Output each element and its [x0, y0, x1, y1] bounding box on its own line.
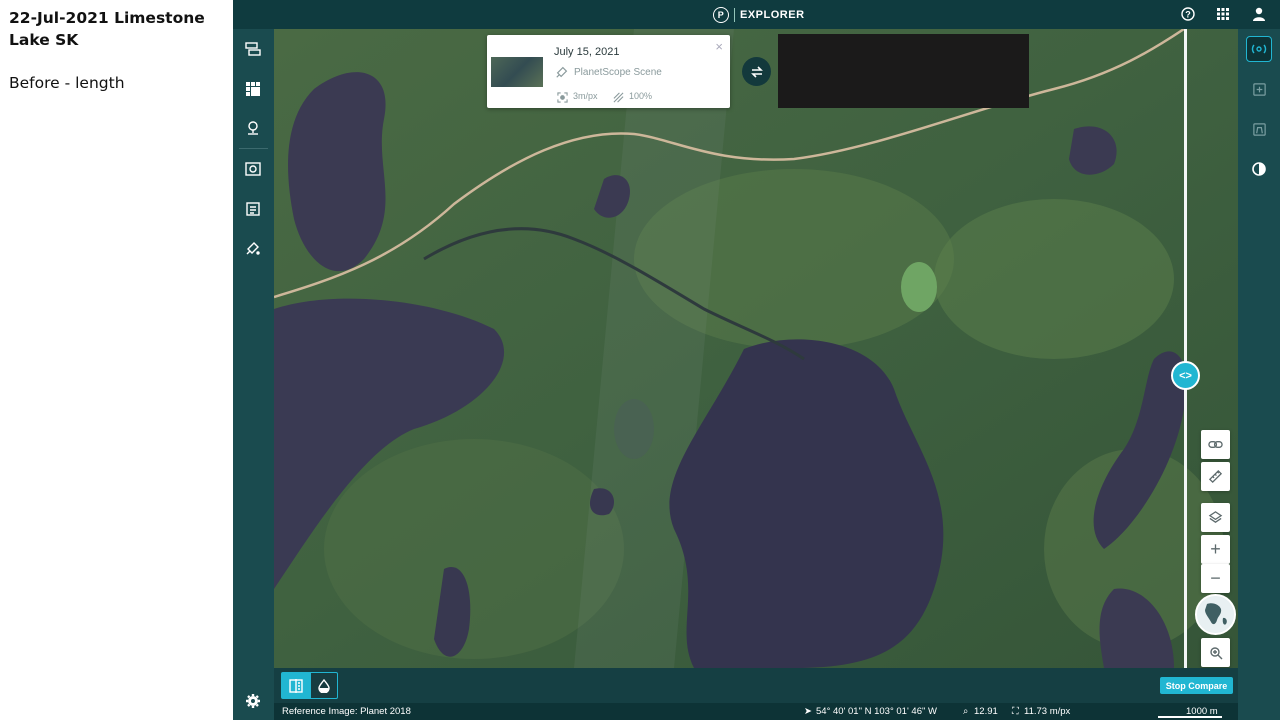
left-rail [233, 29, 274, 720]
swap-scenes-button[interactable] [742, 57, 771, 86]
satellite-imagery [274, 29, 1238, 668]
opacity-compare-button[interactable] [310, 672, 338, 699]
scene-coverage: 100% [629, 91, 653, 101]
right-rail [1238, 29, 1280, 720]
compare-divider[interactable] [1184, 29, 1187, 668]
link-icon[interactable] [1201, 430, 1230, 459]
location-arrow-icon: ➤ [804, 706, 812, 717]
split-view-icon [288, 678, 303, 693]
coordinates-readout: 54° 40' 01" N 103° 01' 46" W [816, 706, 937, 717]
radar-icon[interactable] [1246, 36, 1272, 62]
map-view[interactable] [274, 29, 1238, 668]
zoom-level-icon: ⌕ [963, 706, 969, 717]
settings-icon[interactable] [243, 691, 263, 711]
scene-type: PlanetScope Scene [574, 67, 662, 78]
apps-grid-icon[interactable] [1215, 6, 1231, 22]
split-compare-button[interactable] [281, 672, 310, 699]
slide-notes: 22-Jul-2021 Limestone Lake SK Before - l… [0, 0, 233, 720]
notes-subtitle: Before - length [9, 74, 125, 92]
map-scene-icon[interactable] [243, 159, 263, 179]
top-bar: P EXPLORER ? [233, 0, 1280, 29]
svg-text:?: ? [1185, 10, 1191, 20]
reference-image-label: Reference Image: Planet 2018 [282, 706, 411, 717]
close-icon[interactable]: × [715, 39, 723, 54]
coverage-icon [613, 90, 624, 108]
app-name: EXPLORER [740, 9, 805, 21]
globe-icon[interactable] [1195, 594, 1236, 635]
help-icon[interactable]: ? [1180, 6, 1196, 22]
stop-compare-button[interactable]: Stop Compare [1160, 677, 1233, 694]
contrast-icon[interactable] [1246, 156, 1272, 182]
notes-title: 22-Jul-2021 Limestone Lake SK [9, 9, 205, 49]
user-icon[interactable] [1251, 6, 1267, 22]
brand-separator [734, 8, 735, 22]
satellite-icon[interactable] [243, 238, 263, 258]
scale-bar [1158, 716, 1222, 718]
swap-arrows-icon [750, 65, 763, 78]
resolution-readout: 11.73 m/px [1024, 706, 1071, 717]
compare-toolbar [274, 668, 1238, 703]
scene-date: July 15, 2021 [554, 46, 620, 58]
mosaic-grid-icon[interactable] [243, 79, 263, 99]
satellite-small-icon [555, 65, 569, 84]
resolution-icon [557, 90, 568, 108]
zoom-in-button[interactable]: + [1201, 535, 1230, 564]
zoom-level: 12.91 [974, 706, 998, 717]
rail-divider [239, 148, 268, 149]
redacted-panel [778, 34, 1029, 108]
ruler-icon[interactable] [1201, 462, 1230, 491]
zoom-search-icon[interactable] [1201, 638, 1230, 667]
layers-icon[interactable] [1201, 503, 1230, 532]
brand[interactable]: P EXPLORER [713, 6, 805, 24]
planet-logo-icon: P [713, 7, 729, 23]
analytics-icon[interactable] [1246, 116, 1272, 142]
scene-thumbnail[interactable] [491, 57, 543, 87]
opacity-drop-icon [318, 678, 330, 693]
compare-handle[interactable]: <> [1171, 361, 1200, 390]
export-icon[interactable] [1246, 76, 1272, 102]
scene-info-card[interactable]: July 15, 2021 PlanetScope Scene 3m/px 10… [487, 35, 730, 108]
layers-stack-icon[interactable] [243, 39, 263, 59]
zoom-out-button[interactable]: − [1201, 564, 1230, 593]
scene-resolution: 3m/px [573, 91, 598, 101]
feed-icon[interactable] [243, 199, 263, 219]
status-bar: Reference Image: Planet 2018 ➤ 54° 40' 0… [274, 703, 1238, 720]
place-pin-icon[interactable] [243, 118, 263, 138]
resolution-readout-icon: ⛶ [1012, 706, 1019, 717]
